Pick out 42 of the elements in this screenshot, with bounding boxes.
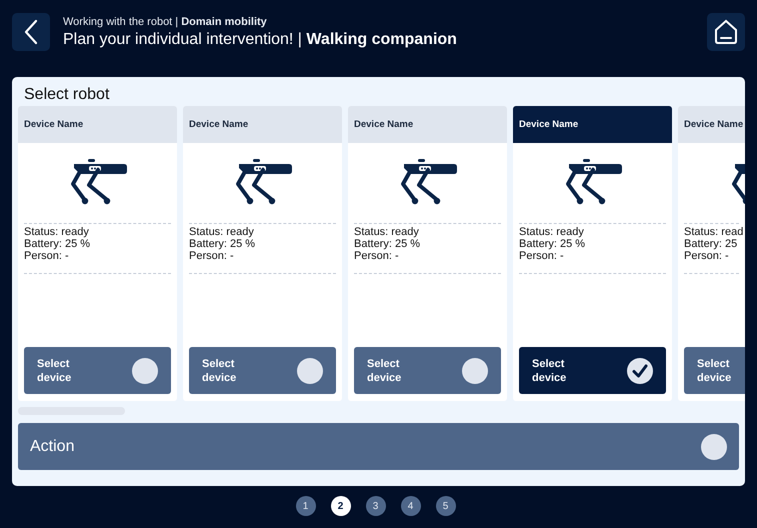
select-device-button[interactable]: Select device bbox=[519, 347, 666, 394]
status-text: Status: ready bbox=[189, 226, 255, 238]
device-name: Device Name bbox=[18, 106, 177, 143]
page-button[interactable]: 2 bbox=[330, 496, 350, 516]
device-name: Device Name bbox=[183, 106, 342, 143]
home-button[interactable] bbox=[707, 13, 745, 51]
device-card[interactable]: Device Name Status: ready Battery: 25 % Person: - Select device bbox=[513, 106, 672, 401]
page-title: Plan your individual intervention! | Walking companion bbox=[63, 30, 458, 48]
person-text: Person: - bbox=[24, 250, 70, 262]
action-button[interactable]: Action bbox=[18, 423, 739, 470]
back-icon bbox=[24, 19, 38, 45]
battery-text: Battery: 25 % bbox=[24, 238, 92, 250]
battery-text: Battery: 25 % bbox=[354, 238, 422, 250]
select-device-button[interactable]: Select device bbox=[354, 347, 501, 394]
battery-text: Battery: 25 % bbox=[189, 238, 256, 250]
device-card[interactable]: Device Name Status: ready Battery: 25 % Person: - Select device bbox=[348, 106, 507, 401]
device-card[interactable]: Device Name Status: ready Battery: 25 % Person: - Select device bbox=[183, 106, 342, 401]
select-device-button[interactable]: Select device bbox=[189, 347, 336, 394]
person-text: Person: - bbox=[519, 250, 565, 262]
page-button[interactable]: 5 bbox=[436, 496, 456, 516]
status-text: Status: ready bbox=[519, 226, 585, 238]
person-text: Person: - bbox=[354, 250, 400, 262]
device-card[interactable]: Device Name Status: ready Battery: 25 % Person: - Select device bbox=[18, 106, 177, 401]
status-text: Status: ready bbox=[354, 226, 420, 238]
home-icon bbox=[713, 19, 739, 45]
select-device-button[interactable]: Select device bbox=[24, 347, 171, 394]
device-name: Device Name bbox=[348, 106, 507, 143]
device-name: Device Name bbox=[678, 106, 745, 143]
back-button[interactable] bbox=[12, 13, 50, 51]
page-button[interactable]: 1 bbox=[296, 496, 316, 516]
person-text: Person: - bbox=[684, 250, 730, 262]
device-name: Device Name bbox=[513, 106, 672, 143]
panel-title: Select robot bbox=[23, 85, 110, 105]
battery-text: Battery: 25 bbox=[684, 238, 738, 250]
select-device-button[interactable]: Select device bbox=[684, 347, 745, 394]
battery-text: Battery: 25 % bbox=[519, 238, 586, 250]
device-card[interactable]: Device Name Status: read Battery: 25 Person: - Select device bbox=[678, 106, 745, 401]
person-text: Person: - bbox=[189, 250, 235, 262]
status-text: Status: ready bbox=[24, 226, 90, 238]
breadcrumb: Working with the robot | Domain mobility bbox=[63, 16, 268, 28]
page-button[interactable]: 3 bbox=[366, 496, 386, 516]
page-button[interactable]: 4 bbox=[400, 496, 420, 516]
